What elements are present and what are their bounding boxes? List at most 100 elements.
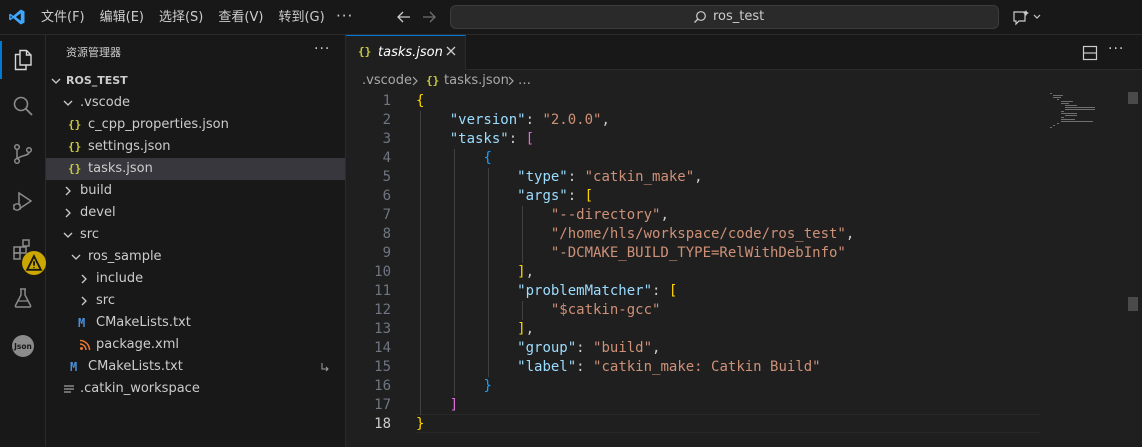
code-text: "problemMatcher": [ — [517, 283, 678, 299]
tree-item-devel[interactable]: devel — [46, 202, 345, 224]
line-number: 7 — [382, 207, 391, 223]
code-text: "version": "2.0.0", — [449, 112, 610, 128]
menu-selection[interactable]: 选择(S) — [159, 7, 203, 29]
chevron-down-icon — [63, 232, 73, 238]
json-file-icon: {} — [358, 45, 372, 58]
tree-item-tasks[interactable]: {} tasks.json — [46, 158, 345, 180]
json-icon: Json — [12, 335, 34, 357]
tree-root-ros-test[interactable]: ROS_TEST — [46, 70, 345, 92]
arrow-right-icon[interactable] — [420, 8, 438, 26]
tree-item-vscode[interactable]: .vscode — [46, 92, 345, 114]
vscode-logo-icon[interactable] — [8, 8, 26, 26]
tree-item-catkin-workspace[interactable]: .catkin_workspace — [46, 378, 345, 400]
code-line[interactable]: 15 "label": "catkin_make: Catkin Build" — [346, 358, 1046, 377]
activity-search[interactable] — [0, 83, 46, 129]
code-line[interactable]: 8 "/home/hls/workspace/code/ros_test", — [346, 225, 1046, 244]
code-text: "--directory", — [550, 207, 669, 223]
tree-item-label: CMakeLists.txt — [88, 359, 183, 374]
tree-item-cmakelists-inner[interactable]: M CMakeLists.txt — [46, 312, 345, 334]
testing-icon — [14, 288, 32, 308]
tree-item-package-xml[interactable]: package.xml — [46, 334, 345, 356]
code-line[interactable]: 2 "version": "2.0.0", — [346, 111, 1046, 130]
copilot-chat-icon[interactable] — [1011, 7, 1043, 27]
line-number: 16 — [374, 378, 391, 394]
arrow-left-icon[interactable] — [395, 8, 413, 26]
code-line[interactable]: 11 "problemMatcher": [ — [346, 282, 1046, 301]
run-debug-icon — [13, 191, 33, 211]
json-file-icon: {} — [426, 74, 440, 87]
activity-testing[interactable] — [0, 275, 46, 321]
scrollbar-marker — [1128, 297, 1138, 311]
activity-source-control[interactable] — [0, 131, 46, 177]
code-line[interactable]: 17 ] — [346, 396, 1046, 415]
json-file-icon: {} — [68, 140, 82, 153]
cmake-file-icon: M — [70, 360, 78, 374]
code-line[interactable]: 16 } — [346, 377, 1046, 396]
tree-item-src-inner[interactable]: src — [46, 290, 345, 312]
close-icon[interactable] — [444, 44, 458, 58]
code-line[interactable]: 3 "tasks": [ — [346, 130, 1046, 149]
tree-item-settings[interactable]: {} settings.json — [46, 136, 345, 158]
code-editor[interactable]: 1{2 "version": "2.0.0", 3 "tasks": [4 {5 … — [346, 92, 1142, 447]
code-line[interactable]: 18} — [346, 415, 1046, 434]
tree-item-label: tasks.json — [88, 161, 153, 176]
code-line[interactable]: 1{ — [346, 92, 1046, 111]
line-number: 1 — [382, 93, 391, 109]
tree-item-label: c_cpp_properties.json — [88, 117, 229, 132]
code-text: ], — [517, 264, 535, 280]
code-line[interactable]: 7 "--directory", — [346, 206, 1046, 225]
source-control-icon — [13, 143, 33, 165]
code-line[interactable]: 10 ], — [346, 263, 1046, 282]
scrollbar-thumb[interactable] — [1128, 92, 1138, 104]
breadcrumb-tasks-json[interactable]: tasks.json — [444, 73, 509, 88]
activity-explorer[interactable] — [0, 37, 46, 83]
tree-root-label: ROS_TEST — [66, 74, 128, 87]
code-line[interactable]: 4 { — [346, 149, 1046, 168]
code-line[interactable]: 5 "type": "catkin_make", — [346, 168, 1046, 187]
tree-item-label: ros_sample — [88, 249, 162, 264]
tree-item-ros-sample[interactable]: ros_sample — [46, 246, 345, 268]
code-text: } — [416, 416, 425, 432]
code-line[interactable]: 14 "group": "build", — [346, 339, 1046, 358]
code-line[interactable]: 6 "args": [ — [346, 187, 1046, 206]
chevron-down-icon — [63, 100, 73, 106]
activity-json[interactable]: Json — [0, 323, 46, 369]
code-line[interactable]: 9 "-DCMAKE_BUILD_TYPE=RelWithDebInfo" — [346, 244, 1046, 263]
breadcrumb-vscode[interactable]: .vscode — [362, 73, 412, 88]
title-bar: 文件(F) 编辑(E) 选择(S) 查看(V) 转到(G) ··· ros_te… — [0, 0, 1142, 35]
line-number: 6 — [382, 188, 391, 204]
breadcrumb-symbol[interactable]: … — [518, 73, 531, 88]
sidebar-more-button[interactable]: ··· — [314, 41, 330, 57]
code-text: "/home/hls/workspace/code/ros_test", — [550, 226, 855, 242]
cmake-file-icon: M — [78, 316, 86, 330]
menu-go[interactable]: 转到(G) — [278, 7, 324, 29]
tab-tasks-json[interactable]: {} tasks.json — [346, 35, 466, 70]
code-text: "-DCMAKE_BUILD_TYPE=RelWithDebInfo" — [550, 245, 846, 261]
editor-more-button[interactable]: ··· — [1108, 41, 1124, 57]
tree-item-label: include — [96, 271, 144, 286]
menu-bar: 文件(F) 编辑(E) 选择(S) 查看(V) 转到(G) — [41, 0, 340, 35]
menu-more-button[interactable]: ··· — [336, 7, 353, 25]
command-center-search[interactable]: ros_test — [450, 5, 999, 29]
tree-item-c-cpp-properties[interactable]: {} c_cpp_properties.json — [46, 114, 345, 136]
tree-item-label: CMakeLists.txt — [96, 315, 191, 330]
tree-item-label: src — [96, 293, 115, 308]
sidebar-title: 资源管理器 — [66, 46, 121, 59]
tree-item-src[interactable]: src — [46, 224, 345, 246]
activity-extensions[interactable] — [0, 227, 46, 275]
tree-item-include[interactable]: include — [46, 268, 345, 290]
code-line[interactable]: 12 "$catkin-gcc" — [346, 301, 1046, 320]
chevron-down-icon — [51, 78, 61, 84]
tree-item-build[interactable]: build — [46, 180, 345, 202]
split-editor-icon[interactable] — [1082, 45, 1098, 61]
menu-edit[interactable]: 编辑(E) — [100, 7, 144, 29]
minimap[interactable] — [1048, 92, 1128, 152]
code-text: "type": "catkin_make", — [517, 169, 703, 185]
tree-item-cmakelists[interactable]: M CMakeLists.txt — [46, 356, 345, 378]
code-line[interactable]: 13 ], — [346, 320, 1046, 339]
menu-file[interactable]: 文件(F) — [41, 7, 85, 29]
activity-run-debug[interactable] — [0, 179, 46, 225]
explorer-sidebar: 资源管理器 ··· ROS_TEST .vscode {} c_cpp_prop… — [46, 35, 346, 447]
chevron-right-icon — [65, 186, 71, 196]
menu-view[interactable]: 查看(V) — [218, 7, 263, 29]
